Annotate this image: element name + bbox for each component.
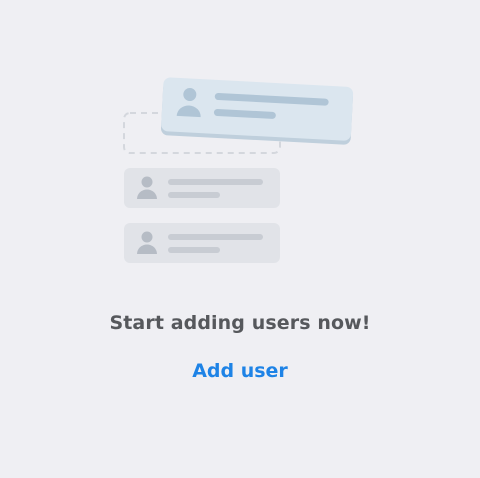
dragged-user-card	[161, 77, 354, 145]
user-card-placeholder	[124, 168, 280, 208]
user-card-placeholder	[124, 223, 280, 263]
add-user-link-container: Add user	[0, 360, 480, 382]
users-illustration	[123, 77, 354, 263]
card-line-secondary	[168, 192, 220, 198]
empty-state-message: Start adding users now!	[109, 312, 371, 334]
empty-state: Start adding users now! Add user	[0, 0, 480, 478]
card-line-primary	[168, 234, 263, 240]
card-line-primary	[168, 179, 263, 185]
card-line-secondary	[168, 247, 220, 253]
add-user-link[interactable]: Add user	[192, 360, 288, 382]
